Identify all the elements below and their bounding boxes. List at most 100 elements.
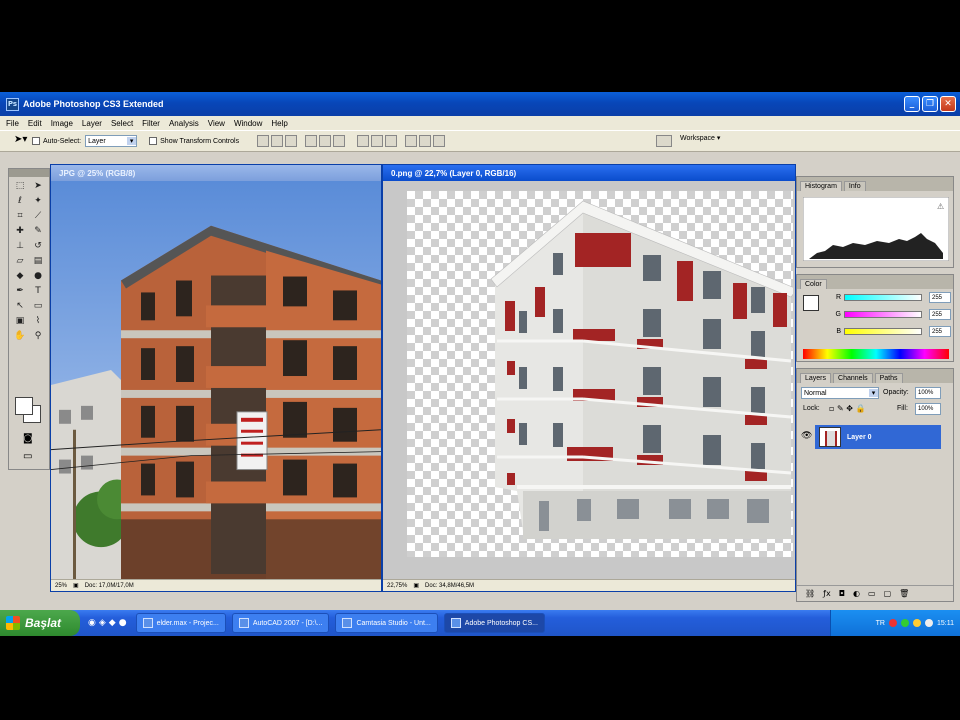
menu-analysis[interactable]: Analysis <box>169 119 199 128</box>
menu-window[interactable]: Window <box>234 119 262 128</box>
channel-value-r[interactable]: 255 <box>929 292 951 303</box>
slider-track-b[interactable] <box>844 328 922 335</box>
channel-value-g[interactable]: 255 <box>929 309 951 320</box>
align-bottom-icon[interactable] <box>285 135 298 147</box>
dodge-tool-icon[interactable]: ● <box>30 270 46 283</box>
clock[interactable]: 15:11 <box>937 620 954 627</box>
document-window-png[interactable]: 0.png @ 22,7% (Layer 0, RGB/16) 22,75% ▣… <box>382 164 796 592</box>
layer-style-icon[interactable]: ƒx <box>823 589 831 598</box>
eraser-tool-icon[interactable]: ▱ <box>12 255 28 268</box>
document-title-png[interactable]: 0.png @ 22,7% (Layer 0, RGB/16) <box>383 165 795 181</box>
align-vcenter-icon[interactable] <box>271 135 284 147</box>
taskbar-item-3dsmax[interactable]: elder.max - Projec... <box>135 613 226 633</box>
tab-color[interactable]: Color <box>800 279 827 289</box>
slider-track-r[interactable] <box>844 294 922 301</box>
taskbar-item-camtasia[interactable]: Camtasia Studio - Unt... <box>335 613 438 633</box>
align-top-icon[interactable] <box>257 135 270 147</box>
lasso-tool-icon[interactable]: ℓ <box>12 195 28 208</box>
tools-panel-grip[interactable] <box>9 169 49 177</box>
zoom-level-png[interactable]: 22,75% <box>387 583 407 589</box>
pen-tool-icon[interactable]: ✒ <box>12 285 28 298</box>
move-tool-icon[interactable]: ➤ <box>30 180 46 193</box>
color-slider-g[interactable]: G 255 <box>817 306 953 323</box>
align-hcenter-icon[interactable] <box>319 135 332 147</box>
auto-select-dropdown[interactable]: Layer ▾ <box>85 135 138 147</box>
color-slider-r[interactable]: R 255 <box>817 289 953 306</box>
channel-value-b[interactable]: 255 <box>929 326 951 337</box>
menu-edit[interactable]: Edit <box>28 119 42 128</box>
path-selection-tool-icon[interactable]: ↖ <box>12 300 28 313</box>
eye-visibility-icon[interactable]: 👁 <box>801 431 812 441</box>
color-slider-b[interactable]: B 255 <box>817 323 953 340</box>
fill-input[interactable]: 100% <box>915 403 941 415</box>
title-bar[interactable]: Ps Adobe Photoshop CS3 Extended _ ❐ ✕ <box>0 92 960 116</box>
group-icon[interactable]: ▭ <box>868 589 876 598</box>
document-title-jpg[interactable]: JPG @ 25% (RGB/8) <box>51 165 381 181</box>
restore-button[interactable]: ❐ <box>922 96 938 112</box>
history-brush-tool-icon[interactable]: ↺ <box>30 240 46 253</box>
menu-filter[interactable]: Filter <box>142 119 160 128</box>
distribute-right-icon[interactable] <box>433 135 446 147</box>
notes-tool-icon[interactable]: ▣ <box>12 315 28 328</box>
adjustment-layer-icon[interactable]: ◐ <box>853 589 860 598</box>
tab-channels[interactable]: Channels <box>833 373 873 383</box>
tray-icon-green[interactable] <box>901 619 909 627</box>
document-window-jpg[interactable]: JPG @ 25% (RGB/8) 25% ▣ Doc: 17,0M/17,0M <box>50 164 382 592</box>
tab-info[interactable]: Info <box>843 181 866 191</box>
doc-size-jpg[interactable]: Doc: 17,0M/17,0M <box>85 583 134 589</box>
layer-row-layer-0[interactable]: Layer 0 <box>815 425 941 449</box>
layer-mask-icon[interactable]: ◘ <box>839 589 845 598</box>
close-button[interactable]: ✕ <box>940 96 956 112</box>
foreground-color-swatch[interactable] <box>15 397 33 415</box>
tray-icon-volume[interactable] <box>925 619 933 627</box>
distribute-hcenter-icon[interactable] <box>419 135 432 147</box>
bridge-icon[interactable] <box>656 135 672 147</box>
screen-mode-icon[interactable]: ▭ <box>23 451 32 462</box>
gradient-tool-icon[interactable]: ▤ <box>30 255 46 268</box>
color-foreground-swatch[interactable] <box>803 295 819 311</box>
delete-layer-icon[interactable]: 🗑 <box>899 589 909 598</box>
magic-wand-tool-icon[interactable]: ✦ <box>30 195 46 208</box>
color-spectrum-bar[interactable] <box>803 349 949 359</box>
menu-view[interactable]: View <box>208 119 225 128</box>
new-layer-icon[interactable]: ▢ <box>884 589 892 598</box>
marquee-tool-icon[interactable]: ⬚ <box>12 180 28 193</box>
hand-tool-icon[interactable]: ✋ <box>12 330 28 343</box>
auto-select-checkbox[interactable] <box>32 137 40 145</box>
blur-tool-icon[interactable]: ◆ <box>12 270 28 283</box>
opacity-input[interactable]: 100% <box>915 387 941 399</box>
eyedropper-tool-icon[interactable]: ⌇ <box>30 315 46 328</box>
distribute-top-icon[interactable] <box>357 135 370 147</box>
quick-launch-icons[interactable]: ◉◈◆● <box>88 618 130 628</box>
blend-mode-dropdown[interactable]: Normal ▾ <box>801 387 879 399</box>
align-left-icon[interactable] <box>305 135 318 147</box>
brush-tool-icon[interactable]: ✎ <box>30 225 46 238</box>
menu-image[interactable]: Image <box>51 119 73 128</box>
workspace-menu[interactable]: Workspace ▾ <box>680 134 720 142</box>
doc-size-png[interactable]: Doc: 34,8M/46,5M <box>425 583 474 589</box>
menu-file[interactable]: File <box>6 119 19 128</box>
menu-layer[interactable]: Layer <box>82 119 102 128</box>
zoom-level-jpg[interactable]: 25% <box>55 583 67 589</box>
start-button[interactable]: Başlat <box>0 610 80 636</box>
tab-layers[interactable]: Layers <box>800 373 832 383</box>
language-indicator[interactable]: TR <box>876 620 885 627</box>
zoom-tool-icon[interactable]: ⚲ <box>30 330 46 343</box>
move-tool-icon[interactable]: ➤▾ <box>14 134 32 148</box>
align-right-icon[interactable] <box>333 135 346 147</box>
tab-paths[interactable]: Paths <box>874 373 903 383</box>
slider-track-g[interactable] <box>844 311 922 318</box>
tray-icon-red[interactable] <box>889 619 897 627</box>
distribute-left-icon[interactable] <box>405 135 418 147</box>
minimize-button[interactable]: _ <box>904 96 920 112</box>
quick-mask-icon[interactable]: ◙ <box>23 433 33 444</box>
crop-tool-icon[interactable]: ⌗ <box>12 210 28 223</box>
healing-brush-tool-icon[interactable]: ✚ <box>12 225 28 238</box>
menu-select[interactable]: Select <box>111 119 133 128</box>
distribute-bottom-icon[interactable] <box>385 135 398 147</box>
slice-tool-icon[interactable]: ⟋ <box>30 210 46 223</box>
tray-icon-yellow[interactable] <box>913 619 921 627</box>
layer-name[interactable]: Layer 0 <box>847 434 872 441</box>
distribute-vcenter-icon[interactable] <box>371 135 384 147</box>
menu-help[interactable]: Help <box>271 119 287 128</box>
